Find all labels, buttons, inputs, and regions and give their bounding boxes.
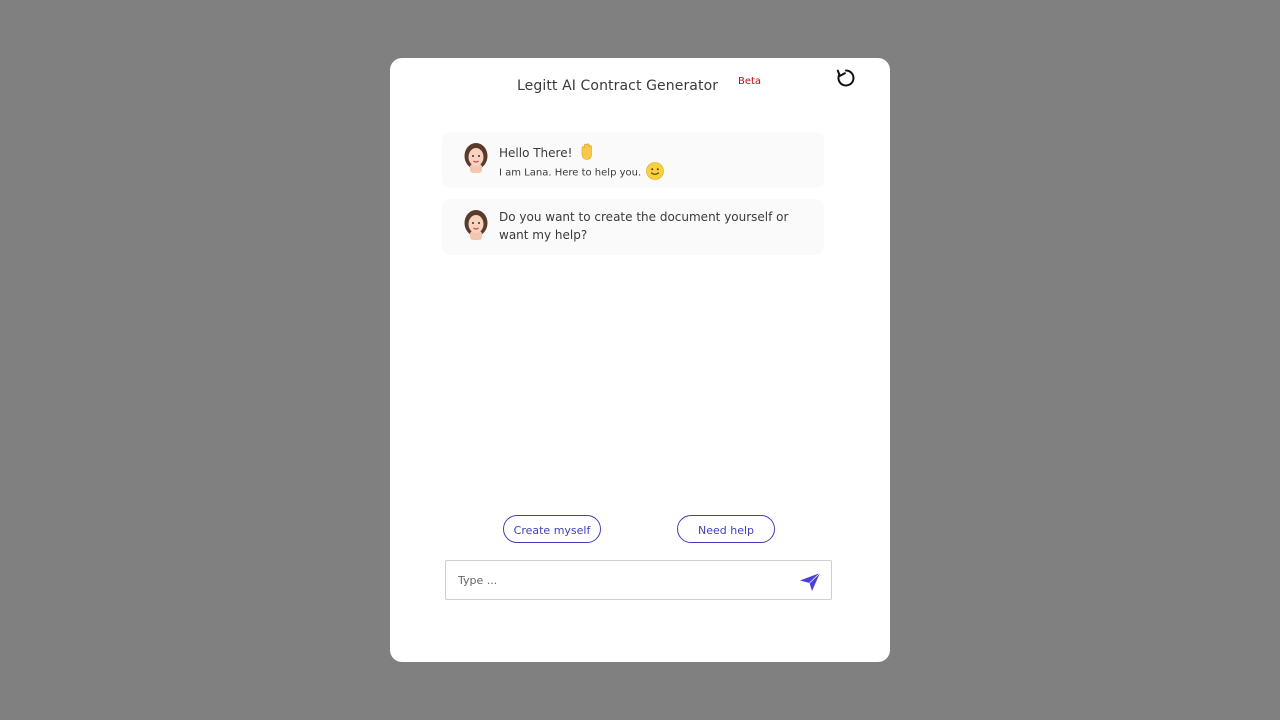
message-composer [445, 560, 832, 600]
chat-message: Do you want to create the document yours… [442, 199, 824, 255]
chat-modal: Legitt AI Contract Generator Beta Hello … [390, 58, 890, 662]
question-text: Do you want to create the document yours… [499, 210, 789, 242]
beta-badge: Beta [738, 76, 762, 87]
create-myself-button[interactable]: Create myself [503, 515, 601, 543]
page-title: Legitt AI Contract Generator [517, 78, 719, 94]
message-greeting: Hello There! [499, 143, 596, 164]
female-avatar-icon [464, 210, 488, 240]
send-icon[interactable] [799, 572, 821, 592]
female-avatar-icon [464, 143, 488, 173]
need-help-button[interactable]: Need help [677, 515, 775, 543]
intro-text: I am Lana. Here to help you. [499, 167, 642, 179]
refresh-icon[interactable] [836, 68, 856, 88]
message-input[interactable] [456, 570, 790, 590]
waving-hand-icon [578, 143, 596, 164]
chat-message: Hello There! I am Lana. Here to help you… [442, 132, 824, 188]
message-intro: I am Lana. Here to help you. [499, 162, 665, 183]
greeting-text: Hello There! [499, 146, 573, 160]
smile-icon [646, 162, 665, 183]
header: Legitt AI Contract Generator Beta [390, 76, 890, 98]
